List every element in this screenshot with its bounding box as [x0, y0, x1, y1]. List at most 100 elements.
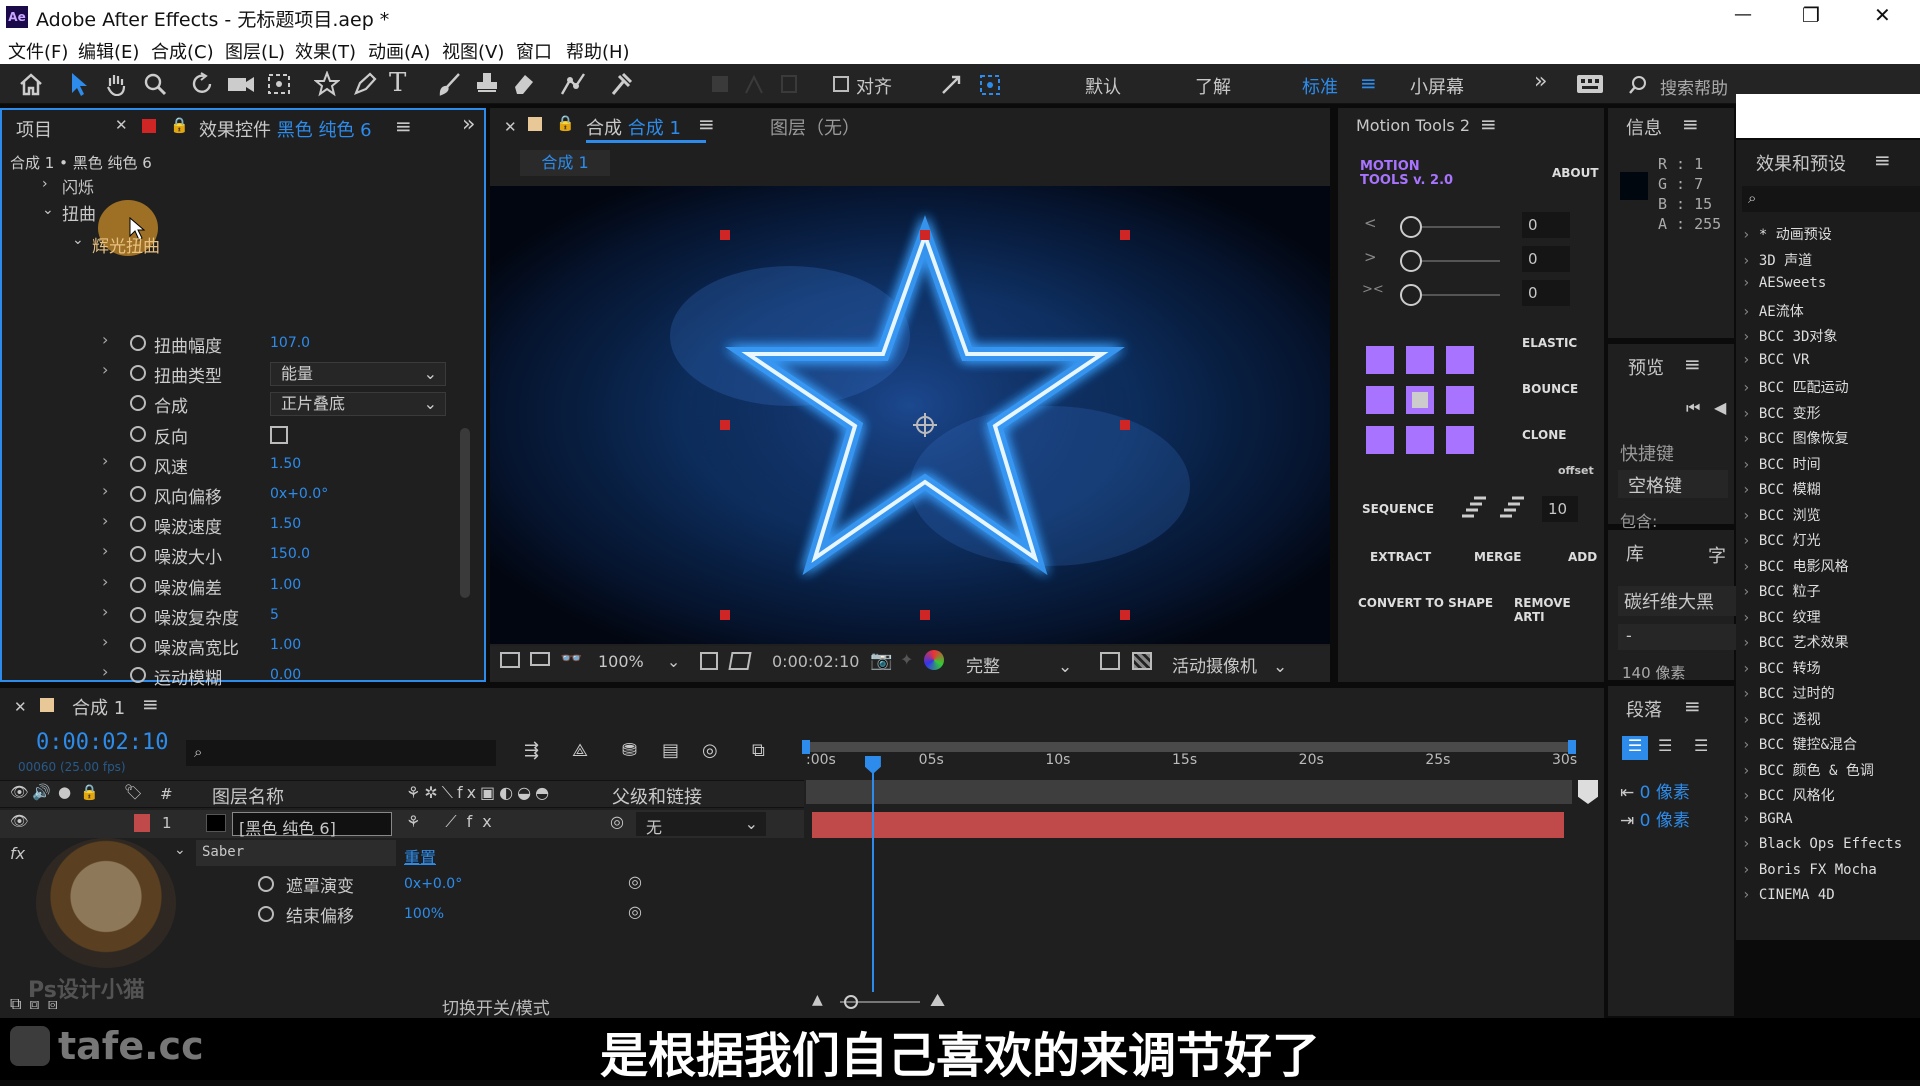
preset-category[interactable]: › Boris FX Mocha [1742, 862, 1877, 878]
layer-handle[interactable] [920, 230, 930, 240]
preset-category[interactable]: › BCC 粒子 [1742, 581, 1821, 601]
more-workspaces-icon[interactable]: » [1534, 69, 1547, 94]
panel-menu-icon[interactable]: ≡ [395, 114, 412, 138]
property-checkbox[interactable] [270, 425, 288, 444]
parent-dropdown[interactable]: 无 ⌄ [636, 812, 766, 837]
comp-subtab[interactable]: 合成 1 [520, 150, 610, 176]
workspace-default[interactable]: 默认 [1085, 73, 1121, 99]
comp-mini-flowchart-icon[interactable]: ⇶ [524, 740, 539, 761]
font-dropdown[interactable]: 碳纤维大黑 [1618, 586, 1738, 616]
stopwatch-icon[interactable] [130, 637, 146, 653]
property-value[interactable]: 1.00 [270, 637, 301, 653]
slider-knob[interactable] [1400, 284, 1422, 306]
expression-pickwhip-icon[interactable]: ◎ [628, 872, 642, 891]
snap-option-icon[interactable] [940, 74, 962, 96]
property-value[interactable]: 0x+0.0° [270, 486, 328, 502]
preset-category[interactable]: › BCC 3D对象 [1742, 326, 1837, 346]
anchor-top-right[interactable] [1446, 346, 1474, 374]
preset-category[interactable]: › BCC 电影风格 [1742, 556, 1849, 576]
label-icon[interactable]: 🏷 [124, 783, 143, 801]
layer-row[interactable]: 👁 1 [黑色 纯色 6] ⚘ ⟋fx ◎ 无 ⌄ [0, 810, 804, 838]
sequence-forward-icon[interactable] [1458, 496, 1488, 520]
preset-category[interactable]: › BCC VR [1742, 352, 1809, 368]
motion-blur-icon[interactable]: ◎ [702, 740, 718, 761]
region-of-interest-icon[interactable] [1100, 652, 1120, 670]
effect-property-row[interactable]: › 噪波大小 150.0 [2, 541, 472, 569]
transparency-grid-icon[interactable] [728, 652, 752, 670]
comp-button[interactable] [1578, 780, 1598, 804]
align-right-icon[interactable]: ☰ [1694, 736, 1708, 755]
anchor-left[interactable] [1366, 386, 1394, 414]
preset-category[interactable]: › BCC 纹理 [1742, 607, 1821, 627]
stopwatch-icon[interactable] [130, 546, 146, 563]
effect-glow-distort[interactable]: 辉光扭曲 [92, 232, 160, 257]
layer-handle[interactable] [1120, 230, 1130, 240]
panel-menu-icon[interactable]: ≡ [142, 692, 159, 716]
align-center-icon[interactable]: ☰ [1658, 736, 1672, 755]
preset-category[interactable]: › Black Ops Effects [1742, 836, 1902, 852]
label-color[interactable] [134, 814, 150, 832]
preset-category[interactable]: › BCC 键控&混合 [1742, 734, 1857, 754]
sequence-button[interactable]: SEQUENCE [1362, 502, 1434, 516]
panel-menu-icon[interactable]: ≡ [1684, 694, 1701, 718]
indent-first-field[interactable]: ⇥ 0 像素 [1620, 806, 1690, 831]
anchor-bottom[interactable] [1406, 426, 1434, 454]
tab-composition[interactable]: 合成 合成 1 [586, 114, 681, 140]
indent-left-field[interactable]: ⇤ 0 像素 [1620, 778, 1690, 803]
sequence-backward-icon[interactable] [1498, 496, 1528, 520]
menu-window[interactable]: 窗口 [516, 38, 552, 64]
effects-search-input[interactable]: ⌕ [1742, 186, 1920, 212]
stopwatch-icon[interactable] [130, 516, 146, 533]
mask-visibility-icon[interactable]: 👓 [560, 648, 582, 669]
stopwatch-icon[interactable] [130, 395, 146, 412]
star-tool-icon[interactable] [314, 71, 340, 97]
preset-category[interactable]: › BCC 透视 [1742, 709, 1821, 729]
eye-icon[interactable]: 👁 [10, 783, 29, 801]
zoom-dropdown[interactable]: 100% ⌄ [598, 652, 680, 671]
menu-layer[interactable]: 图层(L) [225, 38, 285, 64]
workspace-small-screen[interactable]: 小屏幕 [1410, 73, 1464, 99]
panel-menu-icon[interactable]: ≡ [1874, 148, 1891, 172]
selection-tool-icon[interactable] [68, 71, 90, 97]
layer-handle[interactable] [1120, 420, 1130, 430]
layer-duration-bar[interactable] [812, 812, 1564, 838]
ease-in-value[interactable]: 0 [1522, 212, 1570, 238]
always-preview-icon[interactable] [500, 652, 520, 668]
effect-name-field[interactable]: Saber [196, 840, 396, 866]
chevron-down-icon[interactable]: ⌄ [174, 842, 186, 858]
preset-category[interactable]: › BCC 艺术效果 [1742, 632, 1849, 652]
rotate-tool-icon[interactable] [190, 72, 216, 96]
panel-menu-icon[interactable]: ≡ [1480, 112, 1497, 136]
chevron-right-icon[interactable]: › [102, 451, 108, 470]
font-style-dropdown[interactable]: - [1618, 624, 1738, 650]
pickwhip-icon[interactable]: ◎ [610, 812, 624, 831]
ease-out-slider[interactable]: > 0 [1364, 246, 1604, 276]
ease-out-value[interactable]: 0 [1522, 246, 1570, 272]
scrollbar-thumb[interactable] [460, 428, 470, 598]
roto-brush-tool-icon[interactable] [558, 70, 588, 98]
stopwatch-icon[interactable] [130, 335, 146, 351]
chevron-right-icon[interactable]: › [102, 572, 108, 591]
tab-layer[interactable]: 图层（无） [770, 114, 860, 140]
anchor-right[interactable] [1446, 386, 1474, 414]
chevron-down-icon[interactable]: ⌄ [42, 202, 54, 218]
effect-property-row[interactable]: › 运动模糊 0.00 [2, 662, 472, 690]
preset-category[interactable]: › BCC 颜色 & 色调 [1742, 760, 1874, 780]
layer-handle[interactable] [1120, 610, 1130, 620]
pen-tool-icon[interactable] [352, 71, 378, 97]
effect-property-row[interactable]: › 噪波偏差 1.00 [2, 572, 472, 600]
expression-pickwhip-icon[interactable]: ◎ [628, 902, 642, 921]
anchor-top-left[interactable] [1366, 346, 1394, 374]
anchor-center[interactable] [1406, 386, 1434, 414]
shortcut-dropdown[interactable]: 空格键 [1618, 470, 1728, 498]
camera-dropdown[interactable]: 活动摄像机 ⌄ [1172, 652, 1287, 677]
effect-property-row[interactable]: › 扭曲类型 能量 ⌄ [2, 360, 472, 388]
menu-composition[interactable]: 合成(C) [151, 38, 214, 64]
chevron-right-icon[interactable]: › [102, 481, 108, 500]
anchor-bottom-left[interactable] [1366, 426, 1394, 454]
stopwatch-icon[interactable] [130, 667, 146, 684]
panel-menu-icon[interactable]: ≡ [1684, 352, 1701, 376]
zoom-slider[interactable]: ▲ ⛰ [812, 990, 962, 1012]
chevron-right-icon[interactable]: › [102, 330, 108, 349]
extract-button[interactable]: EXTRACT [1370, 550, 1431, 564]
